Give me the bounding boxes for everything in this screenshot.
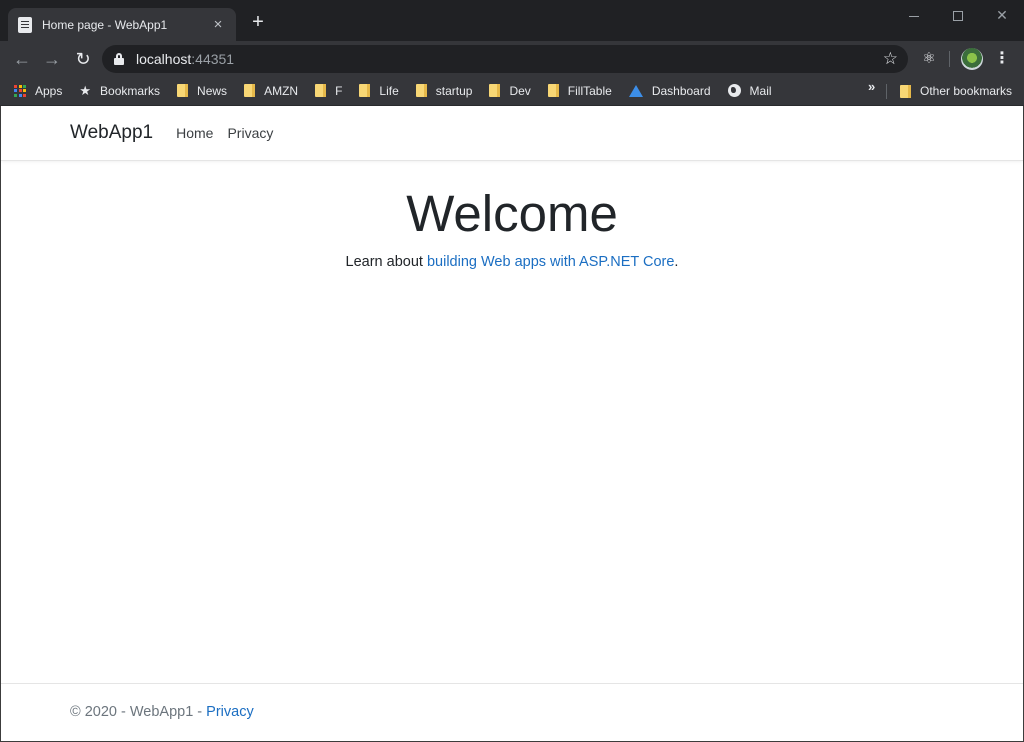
star-icon: ★ [79, 82, 92, 98]
close-tab-icon[interactable]: × [210, 16, 226, 33]
folder-icon [547, 84, 559, 97]
new-tab-button[interactable]: + [247, 11, 269, 33]
browser-titlebar: Home page - WebApp1 × + ✕ [0, 0, 1024, 41]
folder-icon [359, 84, 371, 97]
bookmarks-bar: Apps ★ Bookmarks News AMZN F Life startu… [0, 76, 1024, 106]
tab-title: Home page - WebApp1 [42, 17, 168, 32]
bookmark-mail[interactable]: Mail [727, 79, 772, 103]
back-arrow-icon[interactable]: ← [8, 45, 36, 73]
intro-suffix: . [674, 254, 679, 270]
nav-link-home[interactable]: Home [176, 125, 213, 141]
minimize-button[interactable] [892, 0, 936, 30]
bookmark-label: Bookmarks [100, 83, 161, 98]
bookmark-f[interactable]: F [315, 79, 342, 103]
folder-icon [177, 84, 189, 97]
bookmark-news[interactable]: News [177, 79, 227, 103]
page-icon [18, 16, 32, 33]
bookmark-label: Other bookmarks [920, 84, 1013, 98]
profile-avatar[interactable] [961, 48, 983, 70]
lock-icon[interactable] [114, 53, 124, 65]
react-devtools-icon[interactable]: ⚛ [918, 48, 940, 70]
web-page: WebApp1 Home Privacy Welcome Learn about… [0, 106, 1024, 742]
bookmarks-divider [886, 84, 887, 99]
intro-text: Learn about building Web apps with ASP.N… [1, 254, 1023, 270]
folder-icon [900, 84, 911, 98]
bookmarks-overflow-icon[interactable]: » [868, 79, 875, 94]
main-content: Welcome Learn about building Web apps wi… [1, 161, 1023, 270]
site-navbar: WebApp1 Home Privacy [1, 106, 1023, 161]
bookmark-label: Life [379, 83, 399, 98]
bookmark-label: Apps [35, 83, 63, 98]
bookmark-label: Mail [749, 83, 772, 98]
url-host: localhost [136, 51, 192, 67]
browser-tab[interactable]: Home page - WebApp1 × [8, 8, 236, 41]
bookmark-label: Dev [509, 83, 531, 98]
site-footer: © 2020 - WebApp1 - Privacy [1, 683, 1023, 741]
bookmark-amzn[interactable]: AMZN [244, 79, 298, 103]
close-window-button[interactable]: ✕ [980, 0, 1024, 30]
bookmark-life[interactable]: Life [359, 79, 399, 103]
nav-link-privacy[interactable]: Privacy [227, 125, 273, 141]
bookmark-other[interactable]: Other bookmarks [900, 79, 1012, 103]
folder-icon [489, 84, 501, 97]
forward-arrow-icon[interactable]: → [38, 45, 66, 73]
address-bar[interactable]: localhost:44351 ☆ [102, 45, 908, 73]
folder-icon [415, 84, 427, 97]
maximize-button[interactable] [936, 0, 980, 30]
bookmark-label: News [197, 83, 228, 98]
toolbar-divider [949, 51, 950, 67]
docs-link[interactable]: building Web apps with ASP.NET Core [427, 254, 674, 270]
navbar-brand[interactable]: WebApp1 [70, 122, 153, 144]
bookmark-label: F [335, 83, 343, 98]
footer-privacy-link[interactable]: Privacy [206, 704, 254, 720]
bookmark-filltable[interactable]: FillTable [547, 79, 612, 103]
footer-copyright: © 2020 - WebApp1 - [70, 704, 207, 720]
folder-icon [315, 84, 327, 97]
bookmark-apps[interactable]: Apps [14, 79, 62, 103]
globe-icon [727, 84, 741, 97]
bookmark-dev[interactable]: Dev [489, 79, 531, 103]
bookmark-startup[interactable]: startup [415, 79, 473, 103]
page-title: Welcome [406, 185, 618, 242]
bookmark-dashboard[interactable]: Dashboard [628, 79, 711, 103]
bookmark-label: Dashboard [651, 83, 711, 98]
bookmark-label: startup [435, 83, 473, 98]
bookmark-label: AMZN [264, 83, 299, 98]
apps-icon [14, 84, 26, 97]
reload-icon[interactable]: ↻ [69, 45, 97, 73]
url-port: :44351 [191, 51, 235, 67]
folder-icon [244, 84, 256, 97]
more-menu-icon[interactable]: ⋮ [994, 47, 1010, 71]
azure-icon [628, 84, 643, 97]
intro-prefix: Learn about [345, 254, 427, 270]
browser-toolbar: ← → ↻ localhost:44351 ☆ ⚛ ⋮ [0, 41, 1024, 76]
bookmark-label: FillTable [567, 83, 612, 98]
bookmark-star-icon[interactable]: ☆ [883, 48, 898, 70]
bookmark-bookmarks[interactable]: ★ Bookmarks [79, 79, 160, 103]
